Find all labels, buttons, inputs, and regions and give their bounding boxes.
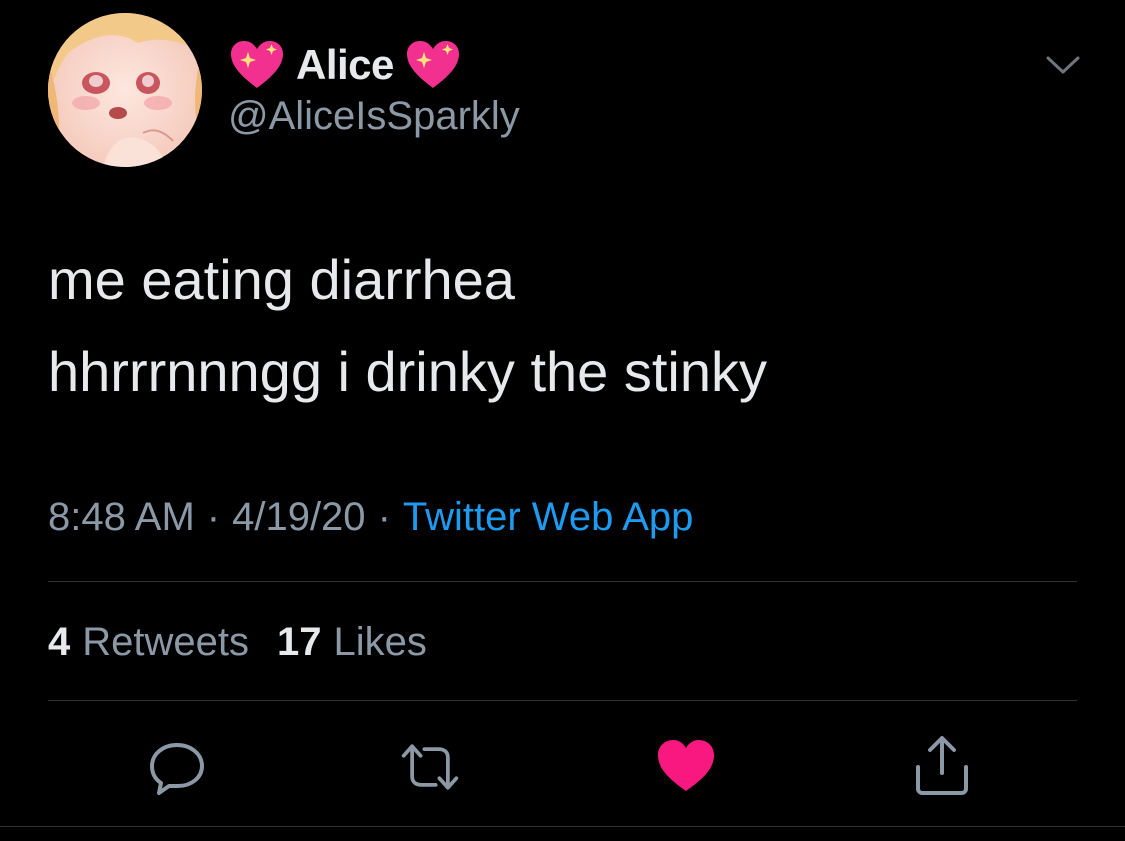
tweet-time[interactable]: 8:48 AM — [48, 495, 195, 539]
sparkling-heart-icon — [406, 41, 459, 88]
tweet-date[interactable]: 4/19/20 — [232, 495, 365, 539]
retweet-button[interactable] — [398, 735, 462, 799]
tweet-stats: 4 Retweets 17 Likes — [48, 620, 427, 665]
likes-label: Likes — [333, 620, 427, 664]
retweet-icon — [401, 744, 459, 790]
retweets-count: 4 — [48, 620, 71, 664]
divider — [0, 826, 1125, 827]
more-options-button[interactable] — [1045, 52, 1081, 78]
chevron-down-icon — [1046, 56, 1080, 74]
avatar[interactable] — [48, 13, 202, 167]
like-icon — [658, 740, 714, 791]
reply-icon — [150, 743, 204, 795]
reply-button[interactable] — [145, 735, 209, 799]
like-button[interactable] — [654, 733, 718, 797]
display-name-row: Alice — [228, 36, 462, 94]
likes-stat[interactable]: 17 Likes — [277, 620, 427, 665]
avatar-image — [48, 13, 202, 167]
tweet-source-link[interactable]: Twitter Web App — [403, 495, 694, 539]
meta-separator: · — [206, 495, 221, 539]
retweets-stat[interactable]: 4 Retweets — [48, 620, 249, 665]
tweet-meta: 8:48 AM · 4/19/20 · Twitter Web App — [48, 495, 693, 540]
sparkling-heart-icon — [231, 41, 283, 88]
divider — [48, 700, 1077, 701]
share-icon — [916, 736, 968, 795]
user-handle[interactable]: @AliceIsSparkly — [228, 94, 520, 139]
meta-separator: · — [377, 495, 391, 539]
divider — [48, 581, 1077, 582]
tweet-text-line: hhrrrnnngg i drinky the stinky — [48, 340, 768, 403]
retweets-label: Retweets — [82, 620, 249, 664]
share-button[interactable] — [910, 733, 974, 797]
likes-count: 17 — [277, 620, 322, 664]
display-name[interactable]: Alice — [296, 41, 394, 89]
tweet-text-line: me eating diarrhea — [48, 248, 515, 311]
